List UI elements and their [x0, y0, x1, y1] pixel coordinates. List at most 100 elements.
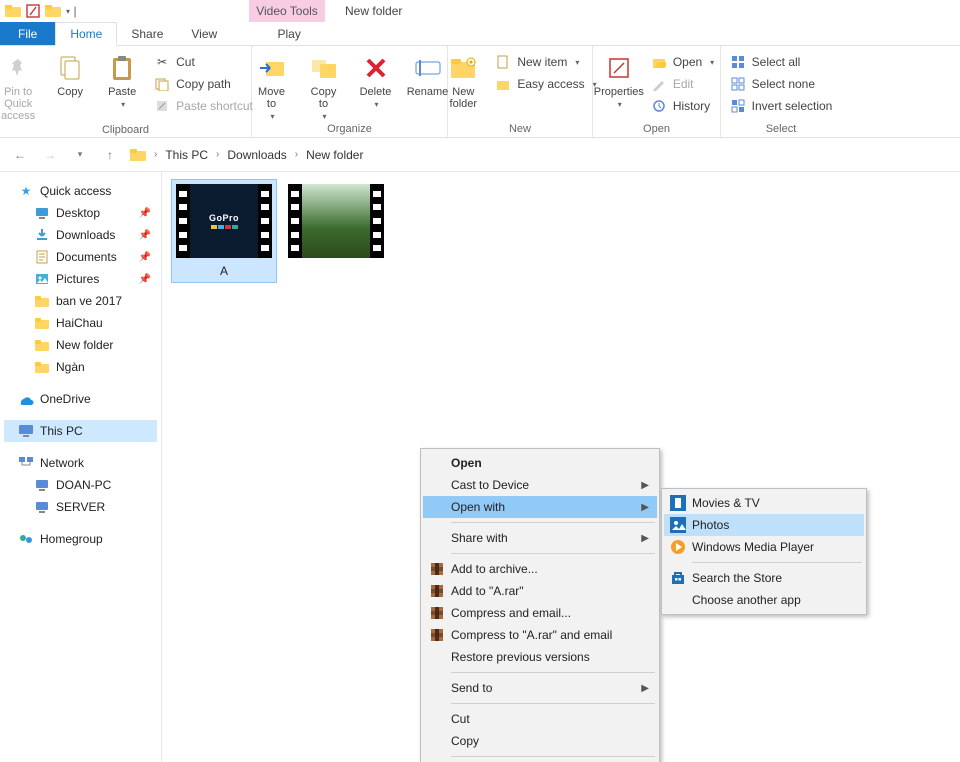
contextual-tab-video-tools[interactable]: Video Tools [249, 0, 325, 22]
tree-quick-access-item[interactable]: ban ve 2017 [4, 290, 157, 312]
qat-dropdown-icon[interactable]: ▾ [66, 7, 70, 16]
context-item[interactable]: Cut [423, 708, 657, 730]
pinned-icon: 📌 [139, 274, 151, 285]
file-item[interactable]: GoPro A [172, 180, 276, 282]
tree-this-pc[interactable]: This PC [4, 420, 157, 442]
tree-item-label: Ngàn [56, 360, 85, 374]
pinned-icon: 📌 [139, 208, 151, 219]
context-item[interactable]: Compress and email... [423, 602, 657, 624]
qat-newfolder-icon[interactable] [44, 3, 62, 19]
copy-button[interactable]: Copy [46, 48, 94, 98]
easy-access-button[interactable]: Easy access▾ [491, 74, 600, 94]
context-item[interactable]: Search the Store [664, 567, 864, 589]
tab-file[interactable]: File [0, 22, 55, 45]
breadcrumb[interactable]: › This PC › Downloads › New folder [130, 148, 363, 162]
content-pane[interactable]: GoPro A OpenCast to Device▶Open with▶ Sha… [162, 172, 960, 762]
context-item[interactable]: Compress to "A.rar" and email [423, 624, 657, 646]
file-name-label: A [220, 262, 228, 282]
group-label-clipboard: Clipboard [6, 122, 245, 137]
tab-share[interactable]: Share [117, 22, 177, 45]
history-icon [651, 98, 667, 114]
context-item[interactable]: Restore previous versions [423, 646, 657, 668]
breadcrumb-item[interactable]: This PC [165, 148, 208, 162]
tree-onedrive[interactable]: OneDrive [4, 388, 157, 410]
delete-button[interactable]: Delete▾ [352, 48, 400, 109]
recent-locations-button[interactable]: ▾ [70, 145, 90, 165]
tree-quick-access-item[interactable]: HaiChau [4, 312, 157, 334]
tree-quick-access-item[interactable]: Downloads📌 [4, 224, 157, 246]
properties-button[interactable]: Properties▾ [595, 48, 643, 109]
tree-quick-access-item[interactable]: Pictures📌 [4, 268, 157, 290]
breadcrumb-item[interactable]: New folder [306, 148, 363, 162]
context-item[interactable]: Send to▶ [423, 677, 657, 699]
tree-homegroup[interactable]: Homegroup [4, 528, 157, 550]
context-item[interactable]: Movies & TV [664, 492, 864, 514]
copy-path-button[interactable]: Copy path [150, 74, 257, 94]
submenu-arrow-icon: ▶ [641, 502, 649, 513]
group-label-open: Open [599, 121, 714, 137]
context-item[interactable]: Copy [423, 730, 657, 752]
context-item[interactable]: Add to "A.rar" [423, 580, 657, 602]
select-none-button[interactable]: Select none [726, 74, 837, 94]
paste-icon [106, 52, 138, 84]
context-item[interactable]: Add to archive... [423, 558, 657, 580]
tree-quick-access-item[interactable]: Documents📌 [4, 246, 157, 268]
context-item[interactable]: Windows Media Player [664, 536, 864, 558]
context-item[interactable]: Open with▶ [423, 496, 657, 518]
cut-button[interactable]: ✂Cut [150, 52, 257, 72]
paste-shortcut-button[interactable]: Paste shortcut [150, 96, 257, 116]
forward-button[interactable]: → [40, 145, 60, 165]
back-button[interactable]: ← [10, 145, 30, 165]
context-item[interactable]: Cast to Device▶ [423, 474, 657, 496]
tab-view[interactable]: View [177, 22, 231, 45]
copy-to-button[interactable]: Copy to▾ [300, 48, 348, 121]
file-list: GoPro A [172, 180, 950, 282]
folder-icon [34, 337, 50, 353]
context-item-label: Cut [451, 712, 470, 726]
copy-icon [54, 52, 86, 84]
up-button[interactable]: ↑ [100, 145, 120, 165]
tab-play[interactable]: Play [251, 22, 327, 45]
chevron-right-icon[interactable]: › [216, 149, 219, 160]
new-item-button[interactable]: New item▾ [491, 52, 600, 72]
new-folder-icon: ✦ [447, 52, 479, 84]
group-label-new: New [454, 121, 586, 137]
cut-icon: ✂ [154, 54, 170, 70]
copy-path-icon [154, 76, 170, 92]
pin-to-quick-access-button[interactable]: Pin to Quick access [0, 48, 42, 122]
paste-button[interactable]: Paste▾ [98, 48, 146, 109]
tree-quick-access-item[interactable]: New folder [4, 334, 157, 356]
history-button[interactable]: History [647, 96, 718, 116]
chevron-right-icon[interactable]: › [295, 149, 298, 160]
pictures-icon [34, 271, 50, 287]
tree-quick-access-item[interactable]: Ngàn [4, 356, 157, 378]
tree-network-item[interactable]: SERVER [4, 496, 157, 518]
qat-properties-icon[interactable] [24, 3, 42, 19]
context-item-label: Windows Media Player [692, 540, 814, 554]
wmp-icon [669, 538, 687, 556]
invert-selection-button[interactable]: Invert selection [726, 96, 837, 116]
new-item-icon [495, 54, 511, 70]
tree-network-item[interactable]: DOAN-PC [4, 474, 157, 496]
chevron-right-icon[interactable]: › [154, 149, 157, 160]
move-to-button[interactable]: Move to▾ [248, 48, 296, 121]
tree-network[interactable]: Network [4, 452, 157, 474]
edit-button[interactable]: Edit [647, 74, 718, 94]
context-item[interactable]: Share with▶ [423, 527, 657, 549]
group-label-organize: Organize [258, 121, 441, 137]
desktop-icon [34, 205, 50, 221]
breadcrumb-item[interactable]: Downloads [227, 148, 286, 162]
tree-item-label: HaiChau [56, 316, 103, 330]
context-item[interactable]: Open [423, 452, 657, 474]
tree-quick-access[interactable]: ★Quick access [4, 180, 157, 202]
tree-quick-access-item[interactable]: Desktop📌 [4, 202, 157, 224]
open-button[interactable]: Open▾ [647, 52, 718, 72]
select-all-button[interactable]: Select all [726, 52, 837, 72]
file-item[interactable] [284, 180, 388, 268]
context-item[interactable]: Choose another app [664, 589, 864, 611]
tab-home[interactable]: Home [55, 22, 117, 46]
context-item[interactable]: Photos [664, 514, 864, 536]
new-folder-button[interactable]: ✦ New folder [439, 48, 487, 110]
context-separator [451, 756, 655, 757]
context-item-label: Restore previous versions [451, 650, 590, 664]
